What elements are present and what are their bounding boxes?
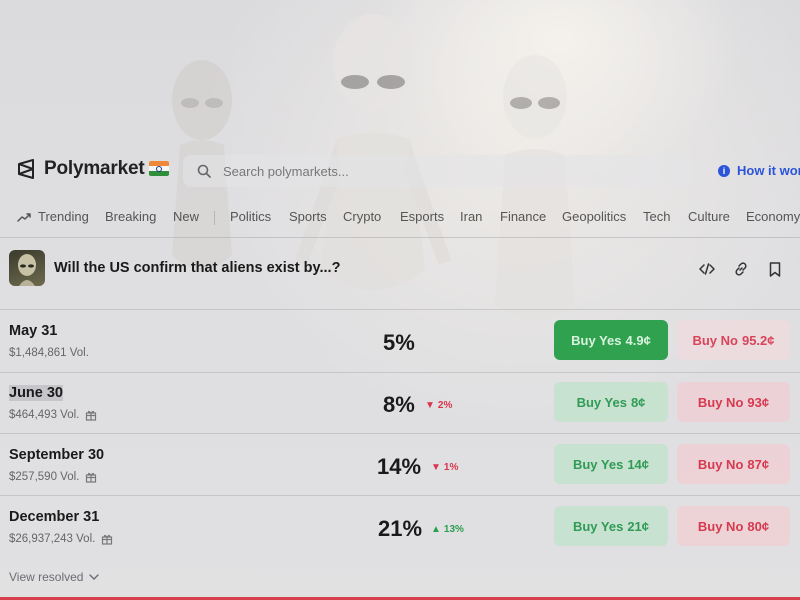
- nav-item-new[interactable]: New: [173, 209, 199, 224]
- bookmark-icon[interactable]: [766, 260, 784, 278]
- polymarket-logo-icon: [18, 159, 34, 179]
- down-arrow-icon: ▼: [431, 462, 441, 473]
- outcome-volume: $1,484,861 Vol.: [9, 347, 89, 359]
- outcome-probability: 5%: [383, 330, 415, 355]
- probability-change: ▲ 13%: [431, 524, 464, 535]
- probability-change: ▼ 1%: [431, 462, 459, 473]
- nav-item-sports[interactable]: Sports: [289, 209, 327, 224]
- how-it-works-link[interactable]: i How it work: [718, 163, 800, 178]
- market-thumbnail[interactable]: [9, 250, 45, 286]
- nav-item-economy[interactable]: Economy: [746, 209, 800, 224]
- outcome-date: May 31: [9, 323, 58, 339]
- buy-yes-button[interactable]: Buy Yes 14¢: [554, 444, 668, 484]
- outcome-row[interactable]: September 30 $257,590 Vol. 14% ▼ 1% Buy Y…: [0, 434, 800, 496]
- india-flag-icon[interactable]: [149, 161, 169, 176]
- buy-no-button[interactable]: Buy No 87¢: [677, 444, 790, 484]
- outcome-row[interactable]: December 31 $26,937,243 Vol. 21% ▲ 13% Bu…: [0, 496, 800, 558]
- how-it-works-label: How it work: [737, 163, 800, 178]
- trending-icon: [17, 212, 31, 222]
- probability-change: ▼ 2%: [425, 400, 453, 411]
- nav-item-finance[interactable]: Finance: [500, 209, 546, 224]
- brand-name: Polymarket: [44, 158, 145, 179]
- buy-no-button[interactable]: Buy No 80¢: [677, 506, 790, 546]
- down-arrow-icon: ▼: [425, 400, 435, 411]
- gift-icon: [86, 472, 97, 483]
- view-resolved-toggle[interactable]: View resolved: [9, 570, 100, 584]
- outcome-probability: 8%: [383, 392, 415, 417]
- up-arrow-icon: ▲: [431, 524, 441, 535]
- nav-item-breaking[interactable]: Breaking: [105, 209, 156, 224]
- outcome-row[interactable]: May 31 $1,484,861 Vol. 5% Buy Yes 4.9¢ Bu…: [0, 310, 800, 372]
- nav-item-label: Trending: [38, 209, 89, 224]
- chevron-down-icon: [89, 574, 100, 580]
- nav-item-iran[interactable]: Iran: [460, 209, 482, 224]
- buy-yes-button[interactable]: Buy Yes 8¢: [554, 382, 668, 422]
- buy-no-button[interactable]: Buy No 93¢: [677, 382, 790, 422]
- buy-yes-button[interactable]: Buy Yes 4.9¢: [554, 320, 668, 360]
- market-title: Will the US confirm that aliens exist by…: [54, 260, 341, 276]
- outcome-volume: $257,590 Vol.: [9, 471, 97, 483]
- search-bar[interactable]: [183, 155, 693, 187]
- outcome-probability: 21%: [378, 516, 423, 541]
- nav-item-culture[interactable]: Culture: [688, 209, 730, 224]
- view-resolved-label: View resolved: [9, 570, 84, 584]
- nav-item-tech[interactable]: Tech: [643, 209, 670, 224]
- brand-logo[interactable]: Polymarket: [16, 158, 145, 180]
- outcome-date: June 30: [9, 385, 63, 401]
- nav-item-politics[interactable]: Politics: [230, 209, 271, 224]
- gift-icon: [86, 410, 97, 421]
- nav-item-geopolitics[interactable]: Geopolitics: [562, 209, 626, 224]
- embed-code-icon[interactable]: [698, 260, 716, 278]
- search-icon: [197, 164, 211, 178]
- category-nav: Trending Breaking New Politics Sports Cr…: [0, 205, 800, 229]
- gift-icon: [102, 534, 113, 545]
- buy-no-button[interactable]: Buy No 95.2¢: [677, 320, 790, 360]
- outcome-volume: $464,493 Vol.: [9, 409, 97, 421]
- nav-divider: [214, 211, 215, 225]
- nav-item-trending[interactable]: Trending: [17, 209, 89, 224]
- outcome-date: September 30: [9, 447, 105, 463]
- alien-thumbnail-image: [18, 254, 36, 286]
- outcome-date: December 31: [9, 509, 100, 525]
- buy-yes-button[interactable]: Buy Yes 21¢: [554, 506, 668, 546]
- nav-item-crypto[interactable]: Crypto: [343, 209, 381, 224]
- copy-link-icon[interactable]: [732, 260, 750, 278]
- nav-item-esports[interactable]: Esports: [400, 209, 444, 224]
- outcome-probability: 14%: [377, 454, 422, 479]
- info-icon: i: [718, 164, 730, 177]
- outcome-volume: $26,937,243 Vol.: [9, 533, 113, 545]
- outcome-row[interactable]: June 30 $464,493 Vol. 8% ▼ 2% Buy Yes 8¢ B…: [0, 372, 800, 434]
- search-input[interactable]: [221, 162, 645, 180]
- nav-divider-line: [0, 237, 800, 238]
